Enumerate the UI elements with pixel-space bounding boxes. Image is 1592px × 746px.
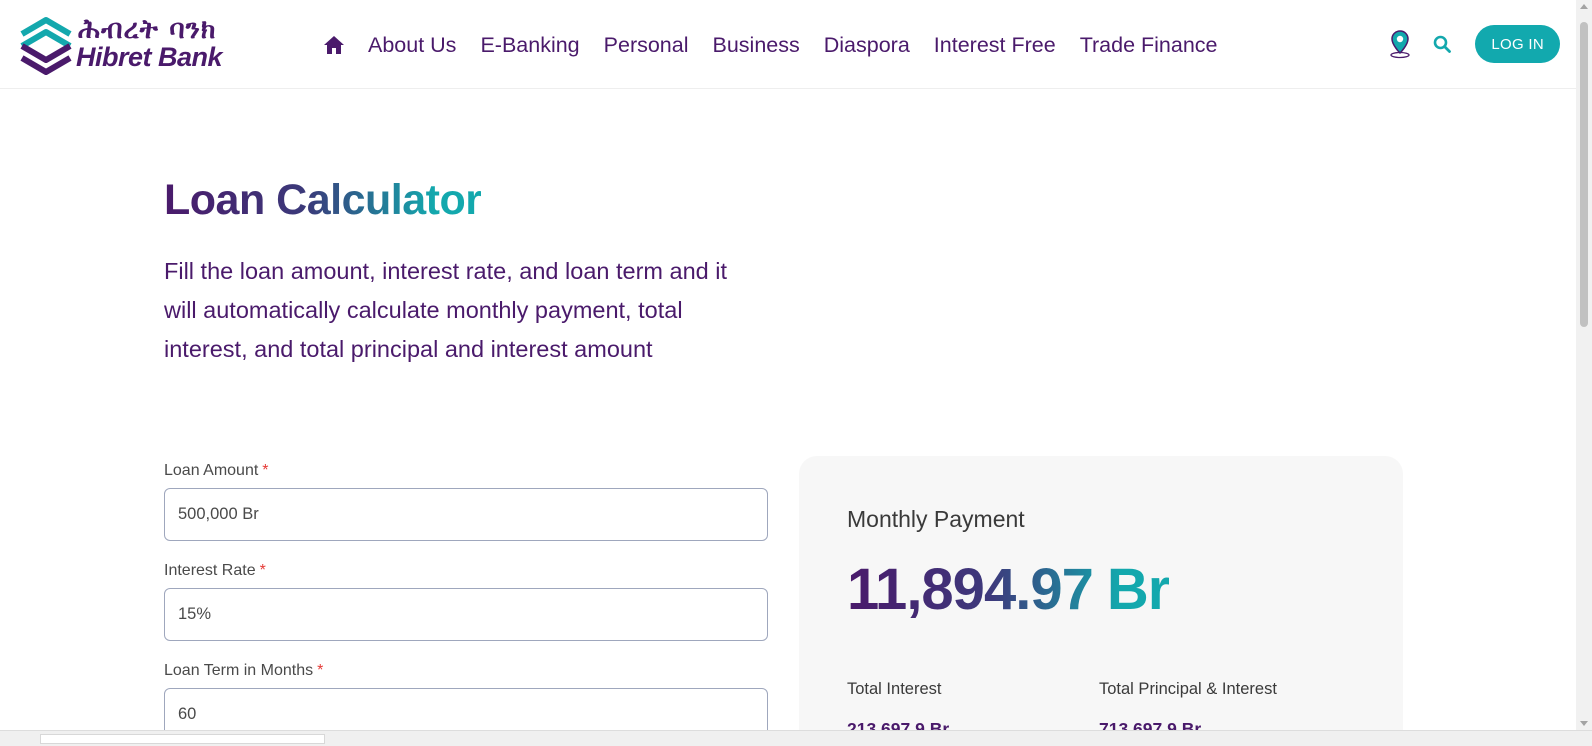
site-header: ሕብረት ባንክ Hibret Bank About Us E-Banking … — [0, 0, 1576, 89]
loan-amount-label: Loan Amount * — [164, 462, 269, 480]
scrollbar-thumb-horizontal[interactable] — [40, 734, 325, 744]
required-marker: * — [317, 662, 324, 679]
horizontal-scrollbar[interactable] — [0, 730, 1592, 746]
header-actions: LOG IN — [1387, 23, 1560, 65]
hibret-bank-logo[interactable]: ሕብረት ባንክ Hibret Bank — [18, 14, 223, 76]
monthly-payment-label: Monthly Payment — [847, 506, 1025, 532]
loan-term-label: Loan Term in Months * — [164, 662, 323, 680]
title-part-1: Loan — [164, 176, 277, 224]
scroll-down-arrow-icon[interactable] — [1580, 721, 1588, 726]
interest-rate-label: Interest Rate * — [164, 562, 266, 580]
interest-rate-input[interactable] — [164, 588, 768, 641]
nav-e-banking[interactable]: E-Banking — [480, 33, 579, 58]
search-icon[interactable] — [1433, 35, 1452, 53]
nav-about-us[interactable]: About Us — [368, 33, 456, 58]
monthly-payment-amount: 11,894.97 — [847, 557, 1093, 622]
page-title: Loan Calculator — [164, 176, 481, 225]
total-interest-label: Total Interest — [847, 680, 942, 698]
nav-personal[interactable]: Personal — [604, 33, 689, 58]
home-icon[interactable] — [322, 33, 346, 57]
scroll-up-arrow-icon[interactable] — [1580, 4, 1588, 9]
interest-rate-label-text: Interest Rate — [164, 562, 256, 579]
intro-text: Fill the loan amount, interest rate, and… — [164, 258, 728, 362]
scrollbar-thumb[interactable] — [1580, 22, 1588, 327]
nav-interest-free[interactable]: Interest Free — [934, 33, 1056, 58]
loan-term-label-text: Loan Term in Months — [164, 662, 314, 679]
main-nav: About Us E-Banking Personal Business Dia… — [322, 30, 1242, 60]
login-button[interactable]: LOG IN — [1475, 25, 1560, 63]
monthly-payment-currency: Br — [1106, 557, 1170, 622]
map-pin-icon[interactable] — [1387, 29, 1413, 59]
total-principal-interest-label: Total Principal & Interest — [1099, 680, 1277, 698]
loan-amount-input[interactable] — [164, 488, 768, 541]
loan-amount-label-text: Loan Amount — [164, 462, 259, 479]
result-card: Monthly Payment 11,894.97 Br Total Intere… — [799, 456, 1403, 746]
required-marker: * — [259, 562, 266, 579]
logo-mark-icon — [20, 17, 72, 75]
vertical-scrollbar[interactable] — [1576, 0, 1592, 730]
monthly-payment-value: 11,894.97 Br — [847, 556, 1169, 623]
logo-latin-text: Hibret Bank — [76, 42, 223, 72]
title-part-2: Calculator — [276, 176, 482, 224]
nav-trade-finance[interactable]: Trade Finance — [1080, 33, 1218, 58]
required-marker: * — [262, 462, 269, 479]
nav-business[interactable]: Business — [713, 33, 800, 58]
nav-diaspora[interactable]: Diaspora — [824, 33, 910, 58]
